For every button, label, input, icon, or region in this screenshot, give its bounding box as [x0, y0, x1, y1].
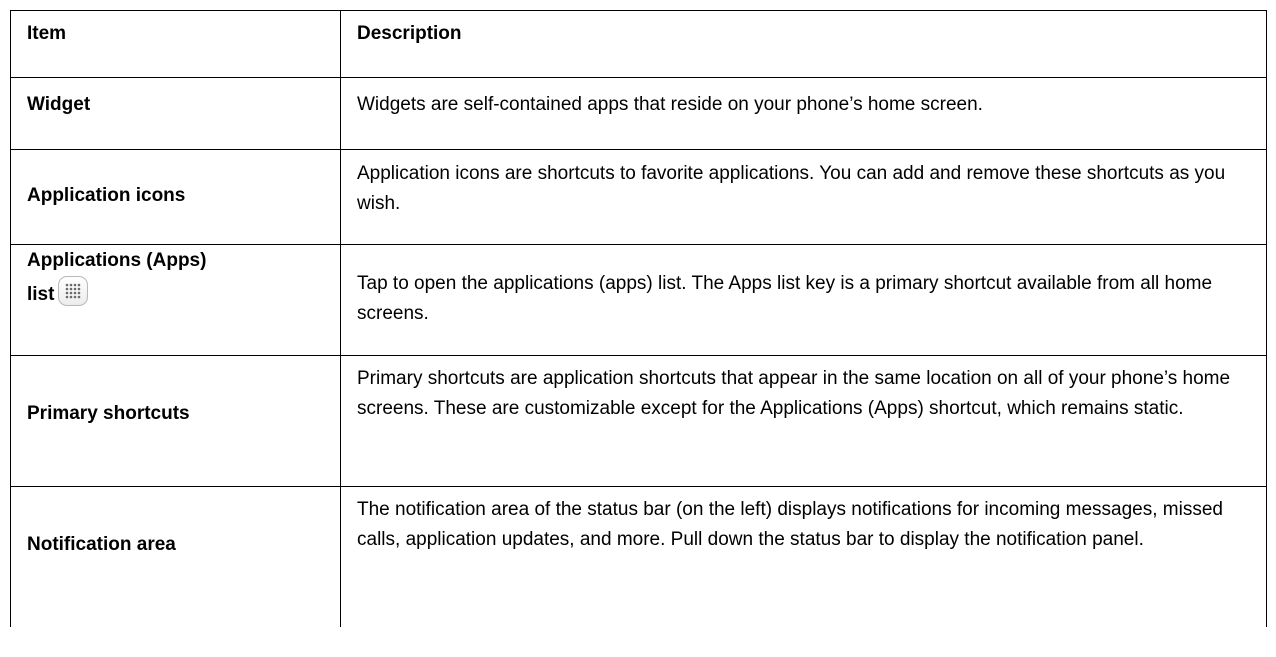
home-screen-items-table: Item Description Widget Widgets are self…	[10, 10, 1267, 627]
description-cell: Application icons are shortcuts to favor…	[340, 149, 1267, 245]
column-header-description: Description	[340, 10, 1267, 78]
item-cell: Applications (Apps) list	[10, 244, 341, 356]
item-cell: Primary shortcuts	[10, 355, 341, 487]
item-label-line1: Applications (Apps)	[27, 250, 207, 271]
description-cell: Primary shortcuts are application shortc…	[340, 355, 1267, 487]
column-header-item: Item	[10, 10, 341, 78]
description-cell: The notification area of the status bar …	[340, 486, 1267, 627]
table-row: Notification area The notification area …	[10, 486, 1267, 627]
item-cell: Notification area	[10, 486, 341, 627]
table-row: Application icons Application icons are …	[10, 149, 1267, 245]
table-row: Widget Widgets are self-contained apps t…	[10, 77, 1267, 150]
description-cell: Tap to open the applications (apps) list…	[340, 244, 1267, 356]
description-cell: Widgets are self-contained apps that res…	[340, 77, 1267, 150]
item-cell: Application icons	[10, 149, 341, 245]
table-row: Applications (Apps) list Tap to open the …	[10, 244, 1267, 356]
table-row: Primary shortcuts Primary shortcuts are …	[10, 355, 1267, 487]
table-header-row: Item Description	[10, 10, 1267, 78]
item-cell: Widget	[10, 77, 341, 150]
apps-grid-icon	[58, 276, 89, 306]
item-label-line2: list	[27, 284, 55, 305]
